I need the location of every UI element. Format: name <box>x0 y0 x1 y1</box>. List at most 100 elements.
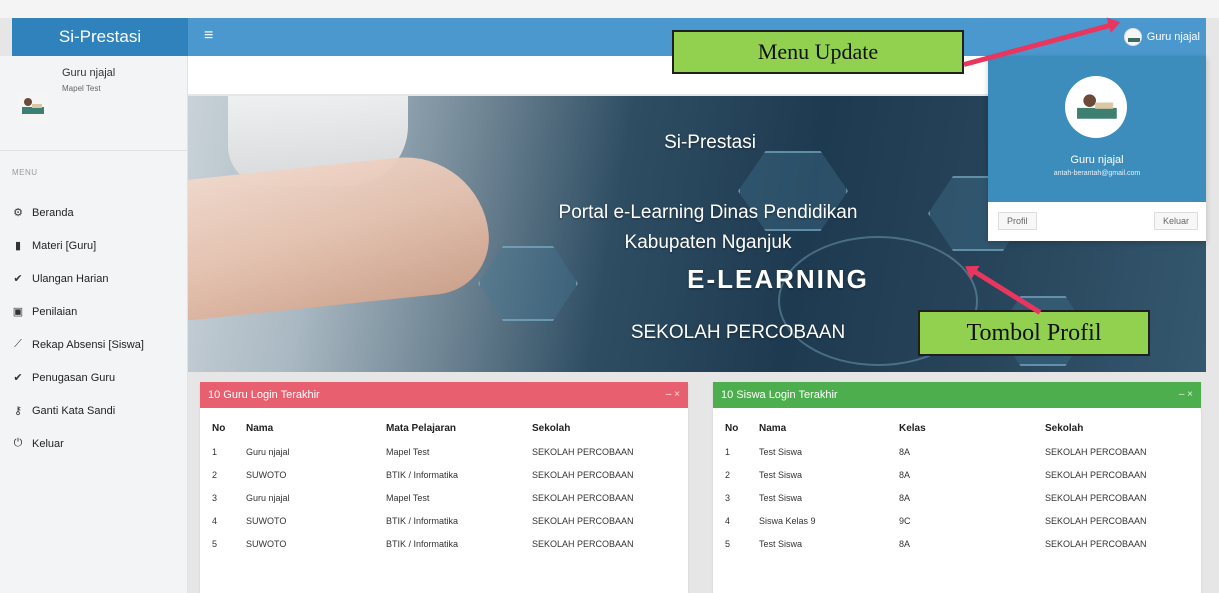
table-cell: Test Siswa <box>759 539 803 549</box>
folder-icon: ▮ <box>14 240 22 252</box>
guru-login-panel: 10 Guru Login Terakhir – × No Nama Mata … <box>200 382 688 593</box>
hamburger-icon[interactable]: ≡ <box>204 27 213 45</box>
app-logo[interactable]: Si-Prestasi <box>12 18 188 56</box>
panel-tools[interactable]: – × <box>666 382 680 408</box>
table-row[interactable]: 1 Test Siswa 8A SEKOLAH PERCOBAAN <box>725 441 1193 464</box>
banner-title: Si-Prestasi <box>664 132 756 153</box>
sidebar-user-panel: Guru njajal Mapel Test <box>12 62 182 154</box>
table-cell: 4 <box>212 516 218 526</box>
panel-title: 10 Siswa Login Terakhir <box>721 389 838 401</box>
profil-button[interactable]: Profil <box>998 212 1037 230</box>
table-header-row: No Nama Kelas Sekolah <box>725 418 1193 441</box>
table-cell: Guru njajal <box>246 493 290 503</box>
key-icon: ⚷ <box>13 405 23 417</box>
line-chart-icon: ⟋ <box>14 338 22 350</box>
table-row[interactable]: 4 Siswa Kelas 9 9C SEKOLAH PERCOBAAN <box>725 510 1193 533</box>
table-row[interactable]: 2 SUWOTO BTIK / Informatika SEKOLAH PERC… <box>212 464 672 487</box>
panel-tools[interactable]: – × <box>1179 382 1193 408</box>
banner-hand-image <box>188 149 495 323</box>
column-header: Sekolah <box>532 423 571 434</box>
table-row[interactable]: 1 Guru njajal Mapel Test SEKOLAH PERCOBA… <box>212 441 672 464</box>
table-row[interactable]: 2 Test Siswa 8A SEKOLAH PERCOBAAN <box>725 464 1193 487</box>
table-row[interactable]: 5 SUWOTO BTIK / Informatika SEKOLAH PERC… <box>212 533 672 556</box>
table-cell: SEKOLAH PERCOBAAN <box>1045 470 1147 480</box>
siswa-table: No Nama Kelas Sekolah 1 Test Siswa 8A SE… <box>725 418 1193 556</box>
sidebar-item-label: Penugasan Guru <box>32 371 116 384</box>
sidebar-item-rekap-absensi[interactable]: ⟋ Rekap Absensi [Siswa] <box>12 328 188 361</box>
dashboard-icon: ⚙ <box>13 207 23 219</box>
dropdown-user-name: Guru njajal <box>1070 154 1124 166</box>
table-row[interactable]: 3 Test Siswa 8A SEKOLAH PERCOBAAN <box>725 487 1193 510</box>
guru-table: No Nama Mata Pelajaran Sekolah 1 Guru nj… <box>212 418 672 556</box>
table-cell: 3 <box>725 493 731 503</box>
banner-hex-shape <box>478 246 578 321</box>
user-dropdown: Guru njajal antah-berantah@gmail.com Pro… <box>988 56 1206 241</box>
table-cell: 2 <box>725 470 731 480</box>
sidebar-item-beranda[interactable]: ⚙ Beranda <box>12 196 188 229</box>
table-cell: 3 <box>212 493 218 503</box>
column-header: Nama <box>246 423 274 434</box>
banner-kabupaten-text: Kabupaten Nganjuk <box>624 232 792 253</box>
sidebar-item-ganti-kata-sandi[interactable]: ⚷ Ganti Kata Sandi <box>12 394 188 427</box>
sidebar-user-subtitle: Mapel Test <box>62 84 101 93</box>
sidebar-item-penilaian[interactable]: ▣ Penilaian <box>12 295 188 328</box>
keluar-button[interactable]: Keluar <box>1153 212 1198 230</box>
sidebar-item-ulangan-harian[interactable]: ✔ Ulangan Harian <box>12 262 188 295</box>
table-cell: 1 <box>725 447 731 457</box>
banner-sekolah-text: SEKOLAH PERCOBAAN <box>630 322 846 343</box>
sidebar-item-label: Rekap Absensi [Siswa] <box>32 338 144 351</box>
table-cell: Test Siswa <box>759 470 803 480</box>
user-avatar <box>18 92 48 122</box>
table-cell: SEKOLAH PERCOBAAN <box>1045 516 1147 526</box>
table-cell: Test Siswa <box>759 493 803 503</box>
calculator-icon: ▣ <box>12 306 24 318</box>
check-icon: ✔ <box>13 273 23 285</box>
top-strip <box>0 0 1219 18</box>
table-cell: 9C <box>899 516 911 526</box>
power-icon: ⏻ <box>13 437 23 449</box>
table-cell: 2 <box>212 470 218 480</box>
table-cell: 8A <box>899 493 911 503</box>
check-icon: ✔ <box>13 372 23 384</box>
dropdown-header: Guru njajal antah-berantah@gmail.com <box>988 56 1206 202</box>
column-header: Mata Pelajaran <box>386 423 457 434</box>
panel-header: 10 Guru Login Terakhir – × <box>200 382 688 408</box>
sidebar-item-label: Penilaian <box>32 305 78 318</box>
sidebar-item-penugasan-guru[interactable]: ✔ Penugasan Guru <box>12 361 188 394</box>
table-cell: SEKOLAH PERCOBAAN <box>532 539 634 549</box>
sidebar-user-name: Guru njajal <box>62 67 116 79</box>
table-row[interactable]: 4 SUWOTO BTIK / Informatika SEKOLAH PERC… <box>212 510 672 533</box>
table-cell: BTIK / Informatika <box>386 516 459 526</box>
table-header-row: No Nama Mata Pelajaran Sekolah <box>212 418 672 441</box>
sidebar-menu: ⚙ Beranda ▮ Materi [Guru] ✔ Ulangan Hari… <box>12 196 188 460</box>
sidebar-item-label: Keluar <box>32 437 64 450</box>
table-cell: 5 <box>725 539 731 549</box>
table-cell: SEKOLAH PERCOBAAN <box>532 516 634 526</box>
sidebar-item-keluar[interactable]: ⏻ Keluar <box>12 427 188 460</box>
table-cell: Test Siswa <box>759 447 803 457</box>
dropdown-avatar <box>1065 76 1127 138</box>
table-row[interactable]: 5 Test Siswa 8A SEKOLAH PERCOBAAN <box>725 533 1193 556</box>
table-cell: 8A <box>899 447 911 457</box>
table-cell: 8A <box>899 539 911 549</box>
sidebar-item-materi[interactable]: ▮ Materi [Guru] <box>12 229 188 262</box>
sidebar-item-label: Materi [Guru] <box>32 239 97 252</box>
table-cell: SEKOLAH PERCOBAAN <box>1045 447 1147 457</box>
table-cell: SEKOLAH PERCOBAAN <box>1045 539 1147 549</box>
table-cell: SUWOTO <box>246 539 287 549</box>
dropdown-user-email: antah-berantah@gmail.com <box>1053 170 1141 177</box>
table-cell: SUWOTO <box>246 470 287 480</box>
sidebar: Guru njajal Mapel Test MENU ⚙ Beranda ▮ … <box>0 56 188 593</box>
table-cell: SEKOLAH PERCOBAAN <box>1045 493 1147 503</box>
column-header: Kelas <box>899 423 926 434</box>
table-cell: Guru njajal <box>246 447 290 457</box>
table-row[interactable]: 3 Guru njajal Mapel Test SEKOLAH PERCOBA… <box>212 487 672 510</box>
table-cell: 4 <box>725 516 731 526</box>
user-menu[interactable]: Guru njajal <box>1123 28 1200 46</box>
banner-portal-text: Portal e-Learning Dinas Pendidikan <box>558 202 858 223</box>
table-cell: BTIK / Informatika <box>386 539 459 549</box>
user-menu-name: Guru njajal <box>1146 31 1200 43</box>
table-cell: Siswa Kelas 9 <box>759 516 816 526</box>
table-cell: BTIK / Informatika <box>386 470 459 480</box>
banner-elearning-text: E-LEARNING <box>687 264 869 294</box>
